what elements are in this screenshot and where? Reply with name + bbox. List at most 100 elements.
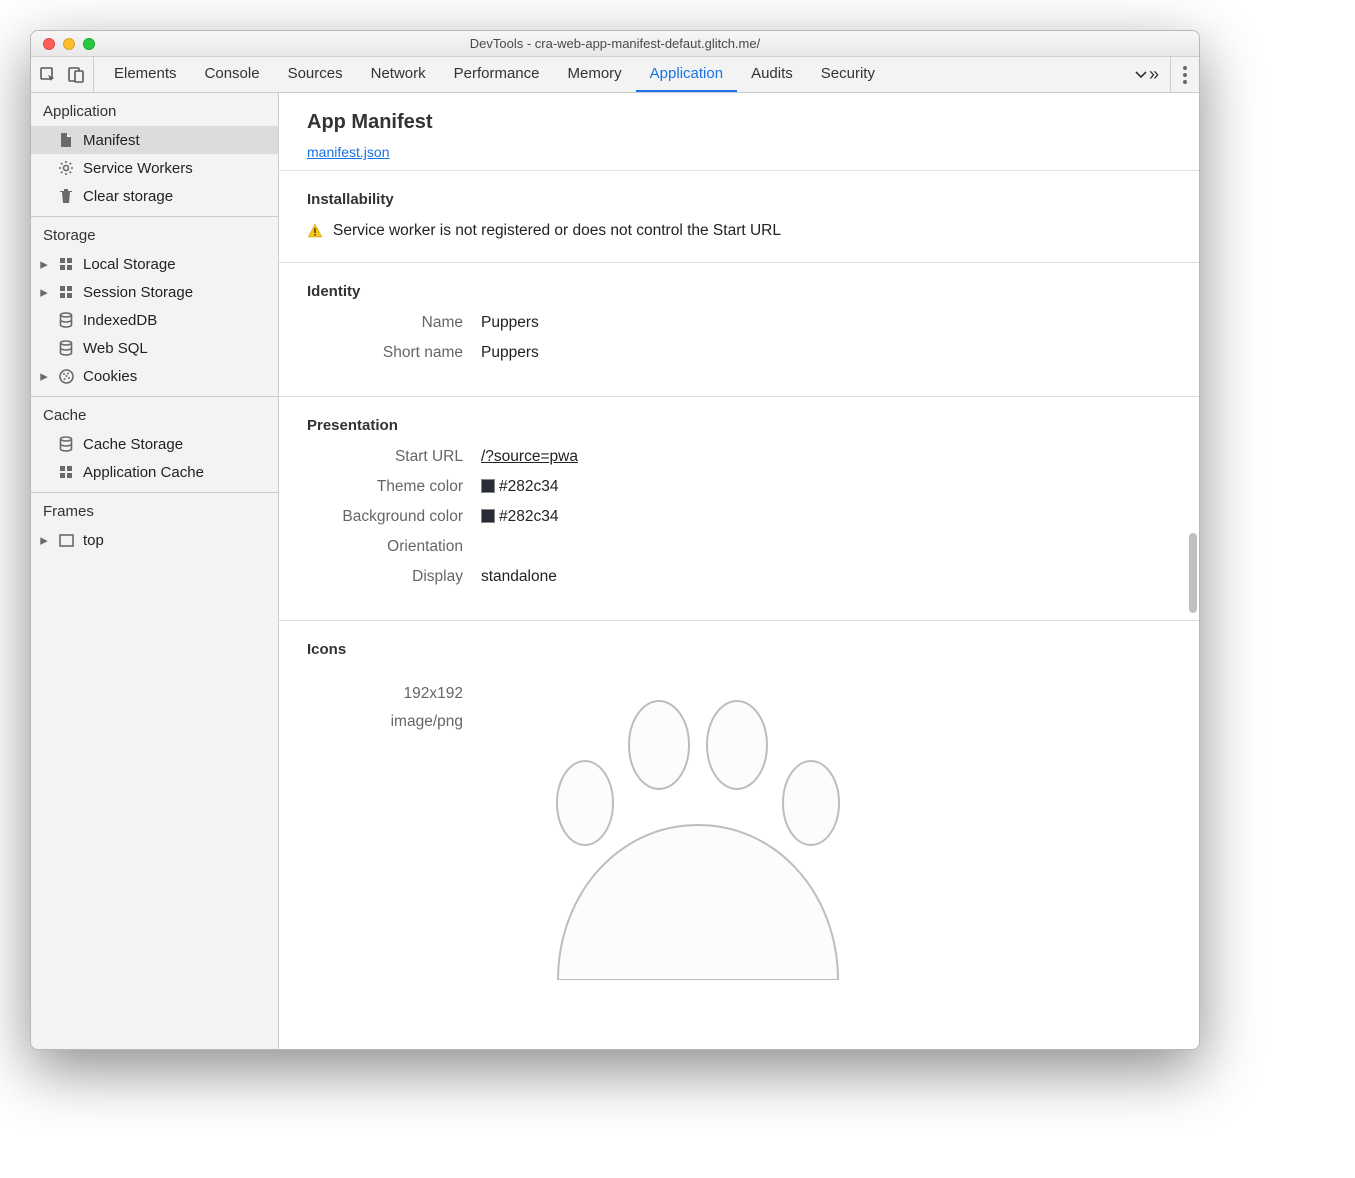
tab-elements[interactable]: Elements: [100, 57, 191, 92]
database-icon: [57, 312, 75, 328]
grid-icon: [57, 465, 75, 479]
section-installability: Installability Service worker is not reg…: [279, 170, 1199, 262]
section-title: Icons: [307, 641, 1171, 658]
sidebar-group: ▸ top: [31, 526, 278, 560]
color-swatch: [481, 479, 495, 493]
tabbar: ElementsConsoleSourcesNetworkPerformance…: [31, 57, 1199, 93]
label-bg-color: Background color: [307, 508, 463, 526]
sidebar-item-label: Clear storage: [83, 188, 173, 205]
caret-icon: ▸: [39, 255, 49, 273]
value-start-url[interactable]: /?source=pwa: [481, 448, 578, 466]
main-panel: App Manifest manifest.json Installabilit…: [279, 93, 1199, 1049]
tab-security[interactable]: Security: [807, 57, 889, 92]
section-icons: Icons 192x192 image/png: [279, 620, 1199, 1005]
toolbar-left: [31, 57, 94, 92]
sidebar-item-cookies[interactable]: ▸ Cookies: [31, 362, 278, 390]
value-name: Puppers: [481, 314, 539, 332]
panel-title: App Manifest: [307, 111, 1171, 134]
file-icon: [57, 132, 75, 148]
tab-sources[interactable]: Sources: [274, 57, 357, 92]
value-theme-color: #282c34: [481, 478, 558, 496]
tab-console[interactable]: Console: [191, 57, 274, 92]
content-area: Application▸Manifest▸Service Workers▸Cle…: [31, 93, 1199, 1049]
frame-icon: [57, 534, 75, 547]
section-identity: Identity NamePuppers Short namePuppers: [279, 262, 1199, 396]
sidebar-item-label: Web SQL: [83, 340, 148, 357]
value-bg-color: #282c34: [481, 508, 558, 526]
device-toggle-icon[interactable]: [67, 66, 85, 84]
icon-mime: image/png: [307, 708, 463, 736]
window-title: DevTools - cra-web-app-manifest-defaut.g…: [31, 36, 1199, 51]
tab-memory[interactable]: Memory: [554, 57, 636, 92]
section-title: Presentation: [307, 417, 1171, 434]
icon-preview: [493, 680, 893, 983]
sidebar-group: ▸Cache Storage▸Application Cache: [31, 430, 278, 492]
sidebar-item-label: Local Storage: [83, 256, 176, 273]
grid-icon: [57, 285, 75, 299]
sidebar-group: ▸Local Storage▸Session Storage▸IndexedDB…: [31, 250, 278, 396]
inspect-icon[interactable]: [39, 66, 57, 84]
sidebar-item-label: Service Workers: [83, 160, 193, 177]
label-display: Display: [307, 568, 463, 586]
section-presentation: Presentation Start URL /?source=pwa Theme…: [279, 396, 1199, 620]
tab-network[interactable]: Network: [357, 57, 440, 92]
warning-row: Service worker is not registered or does…: [307, 222, 1171, 240]
cookie-icon: [57, 369, 75, 384]
database-icon: [57, 340, 75, 356]
sidebar-item-indexeddb[interactable]: ▸IndexedDB: [31, 306, 278, 334]
sidebar-item-top[interactable]: ▸ top: [31, 526, 278, 554]
scrollbar[interactable]: [1189, 533, 1197, 613]
kebab-icon: [1183, 66, 1187, 84]
label-theme-color: Theme color: [307, 478, 463, 496]
value-display: standalone: [481, 568, 557, 586]
caret-icon: ▸: [39, 283, 49, 301]
sidebar-item-label: top: [83, 532, 104, 549]
caret-icon: ▸: [39, 531, 49, 549]
sidebar-item-label: Application Cache: [83, 464, 204, 481]
sidebar-item-label: IndexedDB: [83, 312, 157, 329]
sidebar-group: ▸Manifest▸Service Workers▸Clear storage: [31, 126, 278, 216]
caret-icon: ▸: [39, 367, 49, 385]
label-shortname: Short name: [307, 344, 463, 362]
section-title: Installability: [307, 191, 1171, 208]
tab-application[interactable]: Application: [636, 57, 737, 92]
titlebar: DevTools - cra-web-app-manifest-defaut.g…: [31, 31, 1199, 57]
sidebar-item-label: Cache Storage: [83, 436, 183, 453]
label-start-url: Start URL: [307, 448, 463, 466]
trash-icon: [57, 188, 75, 204]
sidebar-item-web-sql[interactable]: ▸Web SQL: [31, 334, 278, 362]
sidebar-item-manifest[interactable]: ▸Manifest: [31, 126, 278, 154]
manifest-link[interactable]: manifest.json: [307, 144, 389, 160]
sidebar: Application▸Manifest▸Service Workers▸Cle…: [31, 93, 279, 1049]
grid-icon: [57, 257, 75, 271]
icon-meta: 192x192 image/png: [307, 680, 463, 983]
label-orientation: Orientation: [307, 538, 463, 556]
sidebar-item-label: Session Storage: [83, 284, 193, 301]
sidebar-item-cache-storage[interactable]: ▸Cache Storage: [31, 430, 278, 458]
sidebar-item-session-storage[interactable]: ▸ Session Storage: [31, 278, 278, 306]
sidebar-item-service-workers[interactable]: ▸Service Workers: [31, 154, 278, 182]
tab-audits[interactable]: Audits: [737, 57, 807, 92]
tabs-overflow-icon[interactable]: »: [1123, 57, 1170, 92]
tabs: ElementsConsoleSourcesNetworkPerformance…: [94, 57, 1123, 92]
sidebar-item-local-storage[interactable]: ▸ Local Storage: [31, 250, 278, 278]
color-swatch: [481, 509, 495, 523]
warning-text: Service worker is not registered or does…: [333, 222, 781, 240]
sidebar-item-label: Cookies: [83, 368, 137, 385]
sidebar-item-clear-storage[interactable]: ▸Clear storage: [31, 182, 278, 210]
devtools-window: DevTools - cra-web-app-manifest-defaut.g…: [30, 30, 1200, 1050]
icon-size: 192x192: [307, 680, 463, 708]
menu-button[interactable]: [1170, 57, 1199, 92]
sidebar-group-title: Cache: [31, 397, 278, 430]
warning-icon: [307, 223, 323, 239]
database-icon: [57, 436, 75, 452]
panel-header: App Manifest manifest.json: [279, 93, 1199, 170]
tab-performance[interactable]: Performance: [440, 57, 554, 92]
sidebar-group-title: Frames: [31, 493, 278, 526]
section-title: Identity: [307, 283, 1171, 300]
value-shortname: Puppers: [481, 344, 539, 362]
sidebar-item-application-cache[interactable]: ▸Application Cache: [31, 458, 278, 486]
sidebar-group-title: Application: [31, 93, 278, 126]
gear-icon: [57, 160, 75, 176]
sidebar-item-label: Manifest: [83, 132, 140, 149]
